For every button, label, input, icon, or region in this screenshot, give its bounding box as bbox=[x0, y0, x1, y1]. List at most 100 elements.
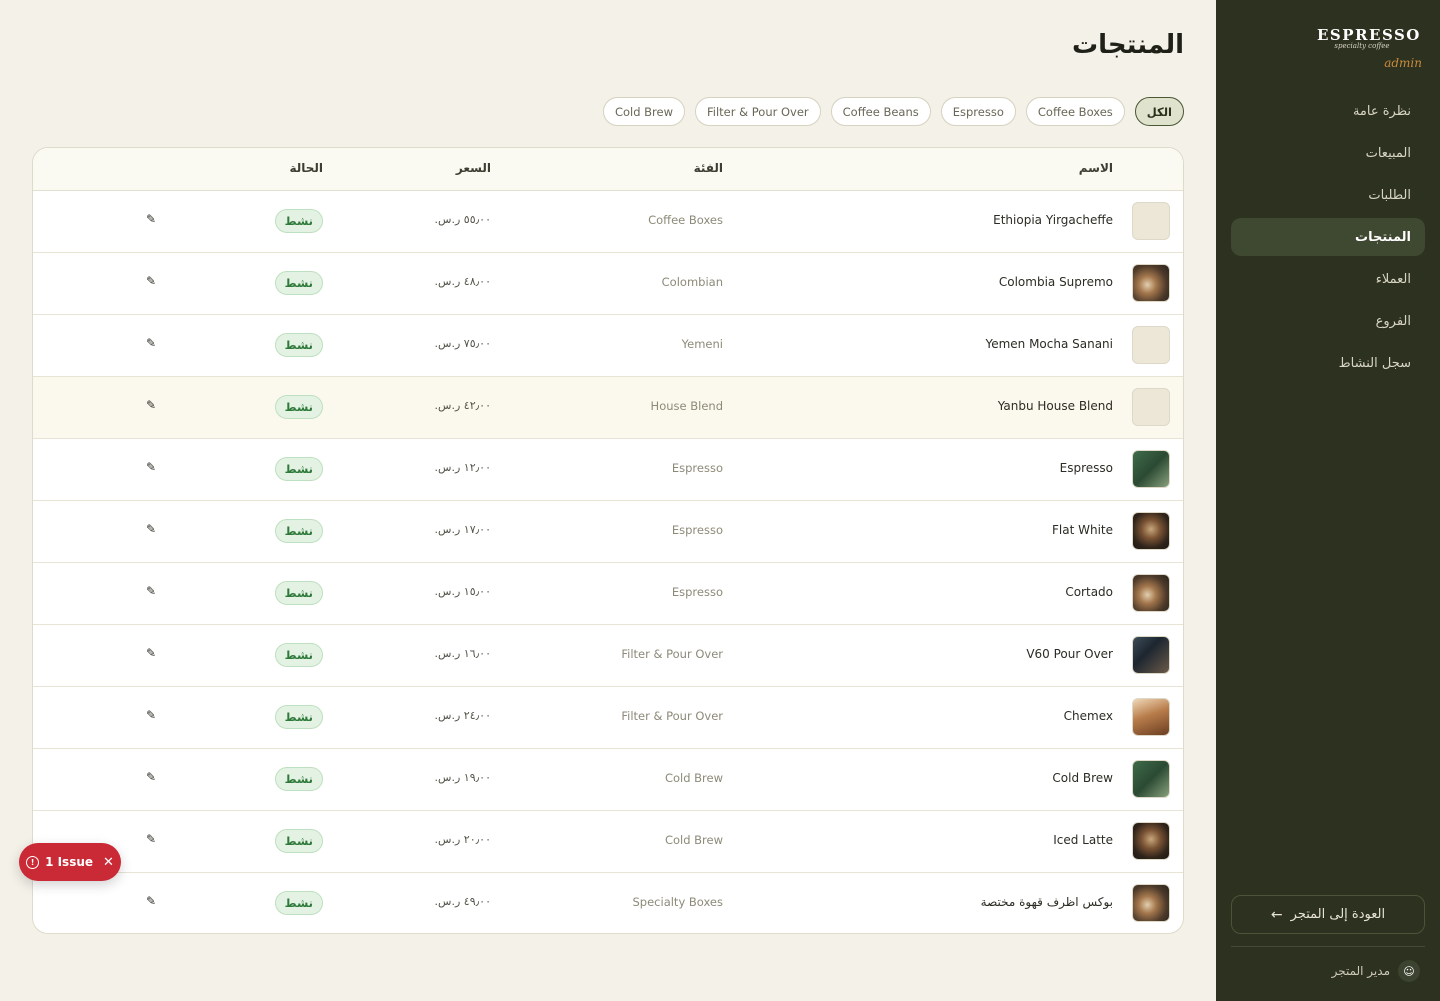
column-header-category[interactable]: الفئة bbox=[694, 161, 723, 175]
sidebar-nav-label: الفروع bbox=[1375, 313, 1411, 329]
product-thumbnail bbox=[1132, 884, 1170, 922]
table-header: الاسم الفئة السعر الحالة bbox=[33, 148, 1183, 191]
status-badge: نشط bbox=[274, 767, 323, 791]
close-icon[interactable]: ✕ bbox=[103, 855, 114, 870]
product-category: Specialty Boxes bbox=[632, 895, 724, 909]
sidebar-nav-item[interactable]: المنتجات bbox=[1231, 218, 1425, 256]
pencil-icon[interactable]: ✎ bbox=[146, 522, 156, 536]
user-avatar: ☺ bbox=[1398, 960, 1420, 982]
product-thumbnail bbox=[1132, 760, 1170, 798]
status-badge: نشط bbox=[274, 457, 323, 481]
product-category: Espresso bbox=[671, 585, 723, 599]
filter-chip[interactable]: الكل bbox=[1134, 97, 1184, 126]
sidebar-divider bbox=[1231, 946, 1425, 947]
product-name: V60 Pour Over bbox=[1026, 647, 1113, 661]
product-price: ١٦٫٠٠ ر.س. bbox=[434, 647, 491, 660]
issue-indicator[interactable]: ! 1 Issue ✕ bbox=[19, 843, 121, 881]
table-row[interactable]: Yemen Mocha Sanani Yemeni ٧٥٫٠٠ ر.س. نشط ✎ bbox=[33, 315, 1183, 377]
sidebar-nav-item[interactable]: نظرة عامة bbox=[1231, 92, 1425, 130]
sidebar-nav-item[interactable]: المبيعات bbox=[1231, 134, 1425, 172]
column-header-status[interactable]: الحالة bbox=[289, 161, 323, 175]
products-table: الاسم الفئة السعر الحالة Ethiopia Yirgac… bbox=[32, 147, 1184, 934]
table-row[interactable]: Iced Latte Cold Brew ٢٠٫٠٠ ر.س. نشط ✎ bbox=[33, 811, 1183, 873]
sidebar-nav-item[interactable]: الطلبات bbox=[1231, 176, 1425, 214]
column-header-price[interactable]: السعر bbox=[456, 161, 491, 175]
product-category: House Blend bbox=[650, 399, 723, 413]
table-row[interactable]: Cortado Espresso ١٥٫٠٠ ر.س. نشط ✎ bbox=[33, 563, 1183, 625]
product-name: Iced Latte bbox=[1053, 833, 1113, 847]
sidebar-nav-item[interactable]: سجل النشاط bbox=[1231, 344, 1425, 382]
product-thumbnail-placeholder bbox=[1132, 388, 1170, 426]
table-row[interactable]: Ethiopia Yirgacheffe Coffee Boxes ٥٥٫٠٠ ر.… bbox=[33, 191, 1183, 253]
pencil-icon[interactable]: ✎ bbox=[146, 336, 156, 350]
pencil-icon[interactable]: ✎ bbox=[146, 398, 156, 412]
table-row[interactable]: Espresso Espresso ١٢٫٠٠ ر.س. نشط ✎ bbox=[33, 439, 1183, 501]
category-filter-bar: الكل Coffee Boxes Espresso Coffee Beans Filt… bbox=[602, 97, 1184, 126]
status-badge: نشط bbox=[274, 519, 323, 543]
status-badge: نشط bbox=[274, 891, 323, 915]
product-category: Espresso bbox=[671, 461, 723, 475]
admin-label: admin bbox=[1384, 56, 1422, 70]
pencil-icon[interactable]: ✎ bbox=[146, 894, 156, 908]
sidebar-nav-label: سجل النشاط bbox=[1338, 355, 1411, 371]
product-name: Cortado bbox=[1065, 585, 1113, 599]
pencil-icon[interactable]: ✎ bbox=[146, 770, 156, 784]
pencil-icon[interactable]: ✎ bbox=[146, 274, 156, 288]
status-badge: نشط bbox=[274, 209, 323, 233]
product-name: Yanbu House Blend bbox=[997, 399, 1113, 413]
filter-chip[interactable]: Coffee Boxes bbox=[1025, 97, 1125, 126]
product-price: ٤٨٫٠٠ ر.س. bbox=[434, 275, 491, 288]
filter-chip[interactable]: Espresso bbox=[940, 97, 1016, 126]
product-name: Yemen Mocha Sanani bbox=[985, 337, 1113, 351]
product-price: ٧٥٫٠٠ ر.س. bbox=[434, 337, 491, 350]
pencil-icon[interactable]: ✎ bbox=[146, 708, 156, 722]
pencil-icon[interactable]: ✎ bbox=[146, 832, 156, 846]
product-name: Chemex bbox=[1063, 709, 1113, 723]
back-to-store-button[interactable]: العودة إلى المتجر ← bbox=[1231, 895, 1425, 934]
product-price: ١٢٫٠٠ ر.س. bbox=[434, 461, 491, 474]
product-name: Flat White bbox=[1051, 523, 1113, 537]
alert-icon: ! bbox=[26, 855, 40, 869]
pencil-icon[interactable]: ✎ bbox=[146, 460, 156, 474]
sidebar-nav-label: المبيعات bbox=[1365, 145, 1411, 161]
product-thumbnail bbox=[1132, 636, 1170, 674]
product-category: Coffee Boxes bbox=[648, 213, 723, 227]
pencil-icon[interactable]: ✎ bbox=[146, 646, 156, 660]
sidebar-nav-item[interactable]: العملاء bbox=[1231, 260, 1425, 298]
filter-chip[interactable]: Cold Brew bbox=[602, 97, 685, 126]
status-badge: نشط bbox=[274, 395, 323, 419]
brand-logo[interactable]: ESPRESSO specialty coffee bbox=[1317, 26, 1419, 50]
user-menu[interactable]: ☺ مدير المتجر bbox=[1332, 960, 1420, 982]
sidebar-nav-label: الطلبات bbox=[1368, 187, 1411, 203]
product-name: Espresso bbox=[1059, 461, 1113, 475]
filter-chip[interactable]: Coffee Beans bbox=[830, 97, 931, 126]
table-row[interactable]: V60 Pour Over Filter & Pour Over ١٦٫٠٠ ر.س… bbox=[33, 625, 1183, 687]
sidebar-nav-label: نظرة عامة bbox=[1352, 103, 1411, 119]
product-thumbnail bbox=[1132, 574, 1170, 612]
table-row[interactable]: Flat White Espresso ١٧٫٠٠ ر.س. نشط ✎ bbox=[33, 501, 1183, 563]
product-thumbnail-placeholder bbox=[1132, 326, 1170, 364]
arrow-left-icon: ← bbox=[1270, 906, 1283, 923]
sidebar-nav-item[interactable]: الفروع bbox=[1231, 302, 1425, 340]
product-thumbnail bbox=[1132, 450, 1170, 488]
table-row[interactable]: Colombia Supremo Colombian ٤٨٫٠٠ ر.س. نشط ✎ bbox=[33, 253, 1183, 315]
filter-chip[interactable]: Filter & Pour Over bbox=[695, 97, 821, 126]
product-price: ٤٢٫٠٠ ر.س. bbox=[434, 399, 491, 412]
product-price: ١٩٫٠٠ ر.س. bbox=[434, 771, 491, 784]
product-category: Espresso bbox=[671, 523, 723, 537]
product-category: Filter & Pour Over bbox=[621, 709, 723, 723]
sidebar-nav-label: العملاء bbox=[1375, 271, 1411, 287]
table-row[interactable]: Yanbu House Blend House Blend ٤٢٫٠٠ ر.س. نش… bbox=[33, 377, 1183, 439]
table-row[interactable]: Cold Brew Cold Brew ١٩٫٠٠ ر.س. نشط ✎ bbox=[33, 749, 1183, 811]
column-header-name[interactable]: الاسم bbox=[1079, 161, 1113, 175]
table-row[interactable]: بوكس اظرف قهوة مختصة Specialty Boxes ٤٩٫٠٠… bbox=[33, 873, 1183, 933]
table-row[interactable]: Chemex Filter & Pour Over ٢٤٫٠٠ ر.س. نشط ✎ bbox=[33, 687, 1183, 749]
table-body: Ethiopia Yirgacheffe Coffee Boxes ٥٥٫٠٠ ر.… bbox=[33, 191, 1183, 933]
product-thumbnail bbox=[1132, 822, 1170, 860]
pencil-icon[interactable]: ✎ bbox=[146, 584, 156, 598]
product-name: Ethiopia Yirgacheffe bbox=[993, 213, 1113, 227]
page-title: المنتجات bbox=[1072, 30, 1184, 60]
pencil-icon[interactable]: ✎ bbox=[146, 212, 156, 226]
user-name: مدير المتجر bbox=[1331, 964, 1390, 978]
status-badge: نشط bbox=[274, 705, 323, 729]
